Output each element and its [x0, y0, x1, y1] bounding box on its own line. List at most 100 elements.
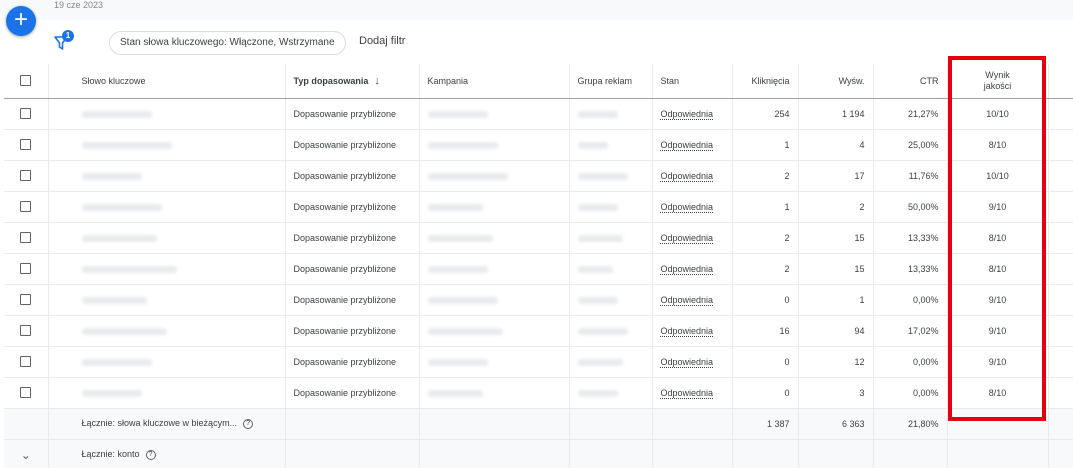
ctr-cell: 0,00%	[873, 346, 948, 378]
row-checkbox[interactable]	[20, 201, 32, 213]
clicks-cell: 2	[732, 222, 799, 254]
ad-group-cell[interactable]	[569, 346, 653, 378]
status-link[interactable]: Odpowiednia	[661, 202, 714, 212]
keyword-cell[interactable]	[48, 284, 286, 316]
total-current-label: Łącznie: słowa kluczowe w bieżącym...	[81, 418, 238, 429]
ad-group-cell[interactable]	[569, 284, 653, 316]
top-bar: 19 cze 2023	[0, 0, 1073, 20]
table-row[interactable]: Dopasowanie przybliżone Odpowiednia 254 1 1…	[4, 98, 1073, 130]
ad-group-cell[interactable]	[569, 160, 653, 192]
help-icon[interactable]: ?	[243, 418, 254, 429]
keyword-cell[interactable]	[48, 377, 286, 409]
keyword-cell[interactable]	[48, 160, 286, 192]
ad-group-cell[interactable]	[569, 98, 653, 130]
status-link[interactable]: Odpowiednia	[661, 140, 714, 150]
help-icon[interactable]: ?	[145, 449, 156, 460]
keyword-cell[interactable]	[48, 346, 286, 378]
ctr-cell: 13,33%	[873, 222, 948, 254]
status-link[interactable]: Odpowiednia	[661, 295, 714, 305]
keyword-cell[interactable]	[48, 191, 286, 223]
chevron-down-icon[interactable]: ⌄	[21, 448, 31, 462]
status-link[interactable]: Odpowiednia	[661, 357, 714, 367]
filter-count-badge: 1	[62, 30, 74, 42]
clicks-cell: 1	[732, 191, 799, 223]
row-checkbox[interactable]	[20, 108, 32, 120]
table-row[interactable]: Dopasowanie przybliżone Odpowiednia 1 2 50,0…	[4, 191, 1073, 223]
row-checkbox[interactable]	[20, 294, 32, 306]
ad-group-cell[interactable]	[569, 315, 653, 347]
select-all-checkbox[interactable]	[20, 75, 32, 87]
table-row[interactable]: Dopasowanie przybliżone Odpowiednia 0 3 0,00…	[4, 377, 1073, 409]
clicks-cell: 254	[732, 98, 799, 130]
impressions-cell: 4	[798, 129, 874, 161]
col-status[interactable]: Stan	[652, 64, 733, 99]
match-type-cell: Dopasowanie przybliżone	[285, 315, 420, 347]
row-checkbox[interactable]	[20, 325, 32, 337]
ad-group-cell[interactable]	[569, 191, 653, 223]
row-checkbox[interactable]	[20, 356, 32, 368]
keyword-cell[interactable]	[48, 222, 286, 254]
total-ctr: 21,80%	[873, 408, 948, 440]
status-link[interactable]: Odpowiednia	[661, 109, 714, 119]
campaign-cell[interactable]	[419, 253, 570, 285]
campaign-cell[interactable]	[419, 377, 570, 409]
keyword-cell[interactable]	[48, 315, 286, 347]
impressions-cell: 94	[798, 315, 874, 347]
table-row[interactable]: Dopasowanie przybliżone Odpowiednia 2 15 13,…	[4, 253, 1073, 285]
keyword-cell[interactable]	[48, 253, 286, 285]
ad-group-cell[interactable]	[569, 253, 653, 285]
add-button[interactable]: +	[6, 6, 36, 36]
ad-group-cell[interactable]	[569, 129, 653, 161]
status-link[interactable]: Odpowiednia	[661, 171, 714, 181]
col-impressions[interactable]: Wyśw.	[798, 64, 874, 99]
add-filter-button[interactable]: Dodaj filtr	[359, 35, 405, 47]
col-keyword[interactable]: Słowo kluczowe	[48, 64, 286, 99]
status-link[interactable]: Odpowiednia	[661, 264, 714, 274]
keyword-cell[interactable]	[48, 129, 286, 161]
col-clicks[interactable]: Kliknięcia	[732, 64, 799, 99]
status-link[interactable]: Odpowiednia	[661, 326, 714, 336]
campaign-cell[interactable]	[419, 315, 570, 347]
ctr-cell: 13,33%	[873, 253, 948, 285]
impressions-cell: 15	[798, 253, 874, 285]
col-ad-group[interactable]: Grupa reklam	[569, 64, 653, 99]
ad-group-cell[interactable]	[569, 222, 653, 254]
status-link[interactable]: Odpowiednia	[661, 233, 714, 243]
campaign-cell[interactable]	[419, 129, 570, 161]
table-row[interactable]: Dopasowanie przybliżone Odpowiednia 2 17 11,…	[4, 160, 1073, 192]
impressions-cell: 3	[798, 377, 874, 409]
campaign-cell[interactable]	[419, 284, 570, 316]
match-type-cell: Dopasowanie przybliżone	[285, 98, 420, 130]
row-checkbox[interactable]	[20, 263, 32, 275]
match-type-cell: Dopasowanie przybliżone	[285, 160, 420, 192]
match-type-cell: Dopasowanie przybliżone	[285, 129, 420, 161]
total-impressions: 6 363	[798, 408, 874, 440]
filter-chip-keyword-status[interactable]: Stan słowa kluczowego: Włączone, Wstrzym…	[109, 31, 346, 55]
table-row[interactable]: Dopasowanie przybliżone Odpowiednia 16 94 17…	[4, 315, 1073, 347]
row-checkbox[interactable]	[20, 170, 32, 182]
campaign-cell[interactable]	[419, 346, 570, 378]
keyword-cell[interactable]	[48, 98, 286, 130]
row-checkbox[interactable]	[20, 387, 32, 399]
match-type-cell: Dopasowanie przybliżone	[285, 377, 420, 409]
ctr-cell: 17,02%	[873, 315, 948, 347]
row-checkbox[interactable]	[20, 232, 32, 244]
table-row[interactable]: Dopasowanie przybliżone Odpowiednia 1 4 25,0…	[4, 129, 1073, 161]
table-row[interactable]: Dopasowanie przybliżone Odpowiednia 2 15 13,…	[4, 222, 1073, 254]
col-ctr[interactable]: CTR	[873, 64, 948, 99]
row-checkbox[interactable]	[20, 139, 32, 151]
table-row[interactable]: Dopasowanie przybliżone Odpowiednia 0 1 0,00…	[4, 284, 1073, 316]
ad-group-cell[interactable]	[569, 377, 653, 409]
table-row[interactable]: Dopasowanie przybliżone Odpowiednia 0 12 0,0…	[4, 346, 1073, 378]
status-link[interactable]: Odpowiednia	[661, 388, 714, 398]
col-campaign[interactable]: Kampania	[419, 64, 570, 99]
col-match-type[interactable]: Typ dopasowania ↓	[285, 64, 420, 99]
campaign-cell[interactable]	[419, 191, 570, 223]
plus-icon: +	[13, 6, 28, 33]
campaign-cell[interactable]	[419, 98, 570, 130]
ctr-cell: 0,00%	[873, 284, 948, 316]
campaign-cell[interactable]	[419, 160, 570, 192]
campaign-cell[interactable]	[419, 222, 570, 254]
clicks-cell: 2	[732, 160, 799, 192]
impressions-cell: 12	[798, 346, 874, 378]
